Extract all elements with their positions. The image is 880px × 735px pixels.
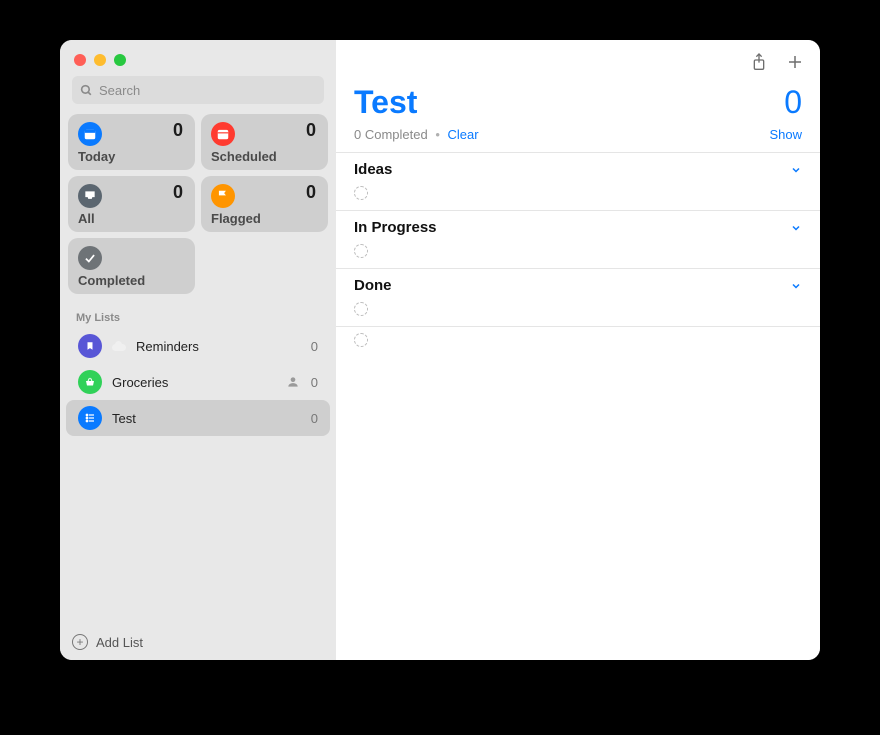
smart-lists: 0 Today 0 Scheduled 0 All xyxy=(60,110,336,298)
list-count: 0 xyxy=(311,375,318,390)
list-row-test[interactable]: Test 0 xyxy=(66,400,330,436)
section-ideas: Ideas xyxy=(336,152,820,210)
new-reminder-row[interactable] xyxy=(336,296,820,326)
section-header[interactable]: Ideas xyxy=(336,153,820,180)
shared-icon xyxy=(285,374,301,390)
checkmark-icon xyxy=(78,246,102,270)
reminders-window: 0 Today 0 Scheduled 0 All xyxy=(60,40,820,660)
new-reminder-row[interactable] xyxy=(336,327,820,357)
close-window-button[interactable] xyxy=(74,54,86,66)
list-name: Reminders xyxy=(136,339,301,354)
maximize-window-button[interactable] xyxy=(114,54,126,66)
add-list-button[interactable]: + Add List xyxy=(60,624,336,660)
calendar-today-icon xyxy=(78,122,102,146)
new-reminder-row[interactable] xyxy=(336,180,820,210)
smart-label: Flagged xyxy=(211,211,261,226)
basket-icon xyxy=(78,370,102,394)
completed-count-text: 0 Completed xyxy=(354,127,428,142)
empty-checkbox-icon[interactable] xyxy=(354,302,368,316)
unsectioned-area xyxy=(336,326,820,357)
toolbar xyxy=(336,40,820,84)
add-reminder-button[interactable] xyxy=(786,52,804,72)
calendar-icon xyxy=(211,122,235,146)
search-icon xyxy=(80,84,93,97)
smart-count: 0 xyxy=(173,182,183,203)
new-reminder-row[interactable] xyxy=(336,238,820,268)
section-title: Done xyxy=(354,277,392,294)
empty-checkbox-icon[interactable] xyxy=(354,333,368,347)
list-bullet-icon xyxy=(78,406,102,430)
cloud-icon xyxy=(112,341,126,351)
smart-count: 0 xyxy=(306,182,316,203)
list-count: 0 xyxy=(311,411,318,426)
section-title: In Progress xyxy=(354,219,437,236)
search-input[interactable] xyxy=(99,83,316,98)
my-lists-header: My Lists xyxy=(60,298,336,328)
search-field[interactable] xyxy=(72,76,324,104)
section-title: Ideas xyxy=(354,161,392,178)
flag-icon xyxy=(211,184,235,208)
smart-label: All xyxy=(78,211,95,226)
bookmark-icon xyxy=(78,334,102,358)
smart-list-today[interactable]: 0 Today xyxy=(68,114,195,170)
list-row-groceries[interactable]: Groceries 0 xyxy=(66,364,330,400)
section-done: Done xyxy=(336,268,820,326)
list-row-reminders[interactable]: Reminders 0 xyxy=(66,328,330,364)
smart-count: 0 xyxy=(306,120,316,141)
plus-circle-icon: + xyxy=(72,634,88,650)
list-title: Test xyxy=(354,84,417,121)
show-completed-button[interactable]: Show xyxy=(769,127,802,142)
tray-icon xyxy=(78,184,102,208)
smart-list-completed[interactable]: Completed xyxy=(68,238,195,294)
add-list-label: Add List xyxy=(96,635,143,650)
minimize-window-button[interactable] xyxy=(94,54,106,66)
list-name: Test xyxy=(112,411,301,426)
window-controls xyxy=(60,40,336,66)
smart-label: Completed xyxy=(78,273,145,288)
smart-label: Today xyxy=(78,149,115,164)
smart-label: Scheduled xyxy=(211,149,277,164)
chevron-down-icon xyxy=(790,280,802,292)
sidebar: 0 Today 0 Scheduled 0 All xyxy=(60,40,336,660)
completed-info: 0 Completed • Clear xyxy=(354,127,479,142)
chevron-down-icon xyxy=(790,164,802,176)
clear-completed-button[interactable]: Clear xyxy=(448,127,479,142)
smart-count: 0 xyxy=(173,120,183,141)
smart-list-scheduled[interactable]: 0 Scheduled xyxy=(201,114,328,170)
section-in-progress: In Progress xyxy=(336,210,820,268)
section-header[interactable]: Done xyxy=(336,269,820,296)
smart-list-all[interactable]: 0 All xyxy=(68,176,195,232)
empty-checkbox-icon[interactable] xyxy=(354,186,368,200)
main-panel: Test 0 0 Completed • Clear Show Ideas xyxy=(336,40,820,660)
list-count: 0 xyxy=(311,339,318,354)
share-button[interactable] xyxy=(750,52,768,72)
list-total-count: 0 xyxy=(784,84,802,121)
section-header[interactable]: In Progress xyxy=(336,211,820,238)
list-name: Groceries xyxy=(112,375,275,390)
chevron-down-icon xyxy=(790,222,802,234)
smart-list-flagged[interactable]: 0 Flagged xyxy=(201,176,328,232)
empty-checkbox-icon[interactable] xyxy=(354,244,368,258)
